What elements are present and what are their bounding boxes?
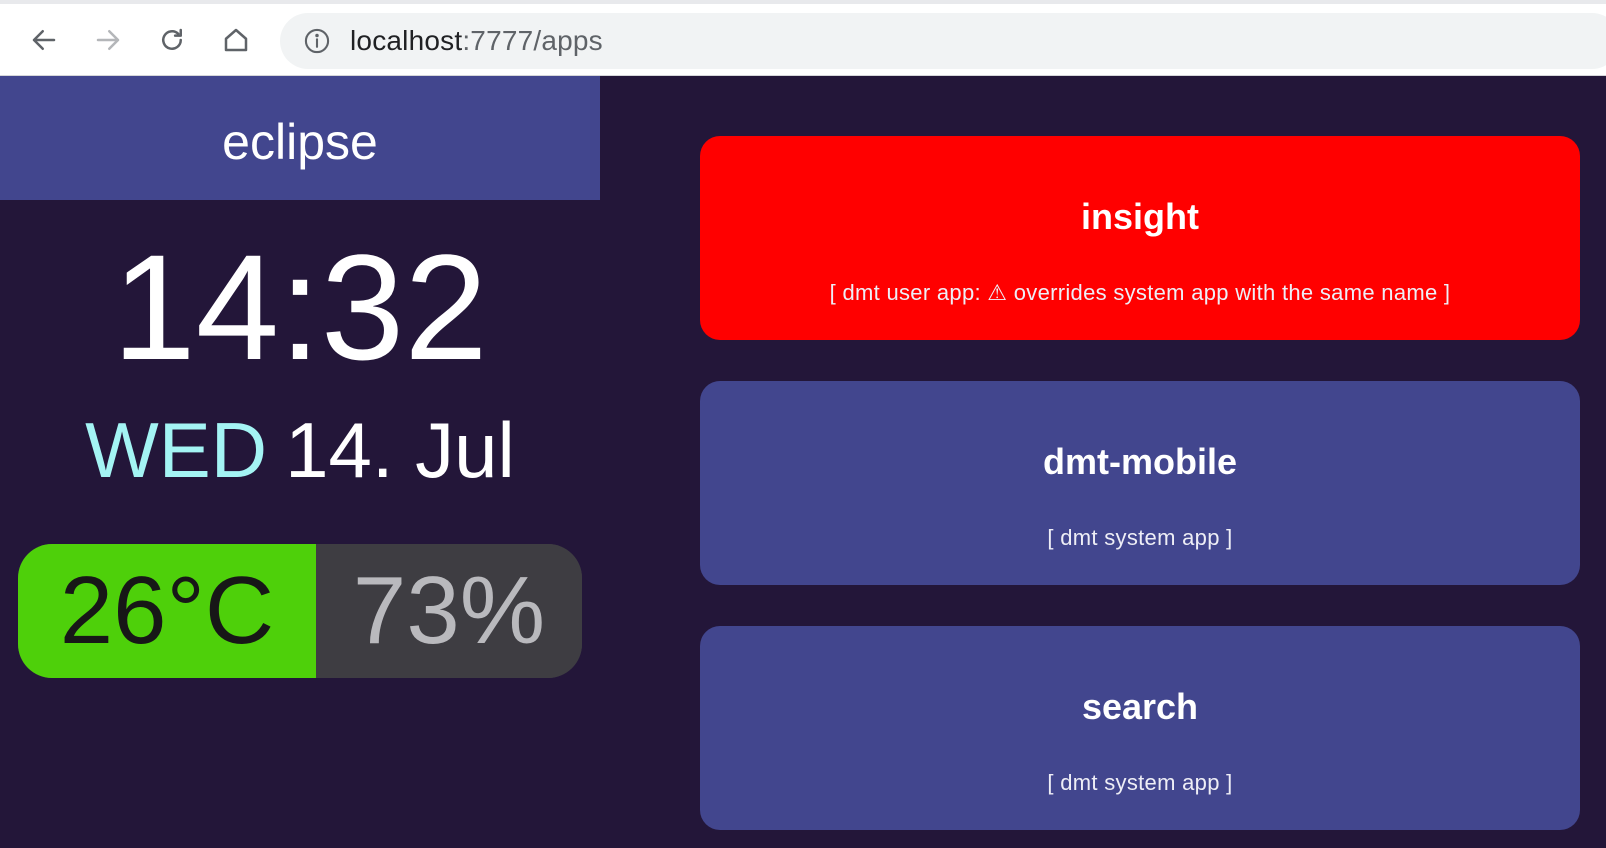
arrow-right-icon — [96, 30, 120, 50]
device-name: eclipse — [222, 114, 378, 170]
app-description: [ dmt user app: ⚠ overrides system app w… — [829, 280, 1451, 305]
clock-time: 14:32 — [112, 223, 488, 391]
browser-toolbar: localhost:7777/apps — [0, 0, 1606, 76]
app-card-dmt-mobile[interactable]: dmt-mobile [ dmt system app ] — [700, 381, 1580, 585]
app-title: dmt-mobile — [1043, 441, 1237, 482]
reload-button[interactable] — [152, 20, 192, 60]
url-host: localhost — [350, 25, 463, 56]
address-bar[interactable]: localhost:7777/apps — [280, 13, 1606, 69]
app-description: [ dmt system app ] — [1047, 525, 1233, 550]
device-header: eclipse — [0, 76, 600, 200]
arrow-left-icon — [32, 30, 56, 50]
date-display: WED 14. Jul — [0, 405, 600, 495]
home-button[interactable] — [216, 20, 256, 60]
url-path: :7777/apps — [462, 25, 603, 56]
info-icon — [304, 28, 330, 54]
back-button[interactable] — [24, 20, 64, 60]
app-title: search — [1081, 686, 1199, 727]
home-icon — [224, 28, 248, 52]
app-card-search[interactable]: search [ dmt system app ] — [700, 626, 1580, 830]
environment-sensor: 26°C 73% — [18, 544, 582, 678]
forward-button[interactable] — [88, 20, 128, 60]
weekday: WED — [85, 406, 268, 494]
date: 14. Jul — [285, 406, 515, 494]
site-info-button[interactable] — [302, 26, 332, 56]
reload-icon — [162, 28, 182, 50]
humidity-reading: 73% — [316, 544, 582, 678]
url-text[interactable]: localhost:7777/apps — [350, 25, 603, 57]
temperature-reading: 26°C — [18, 544, 316, 678]
app-description: [ dmt system app ] — [1047, 770, 1233, 795]
app-card-insight[interactable]: insight [ dmt user app: ⚠ overrides syst… — [700, 136, 1580, 340]
app-title: insight — [1081, 196, 1199, 237]
